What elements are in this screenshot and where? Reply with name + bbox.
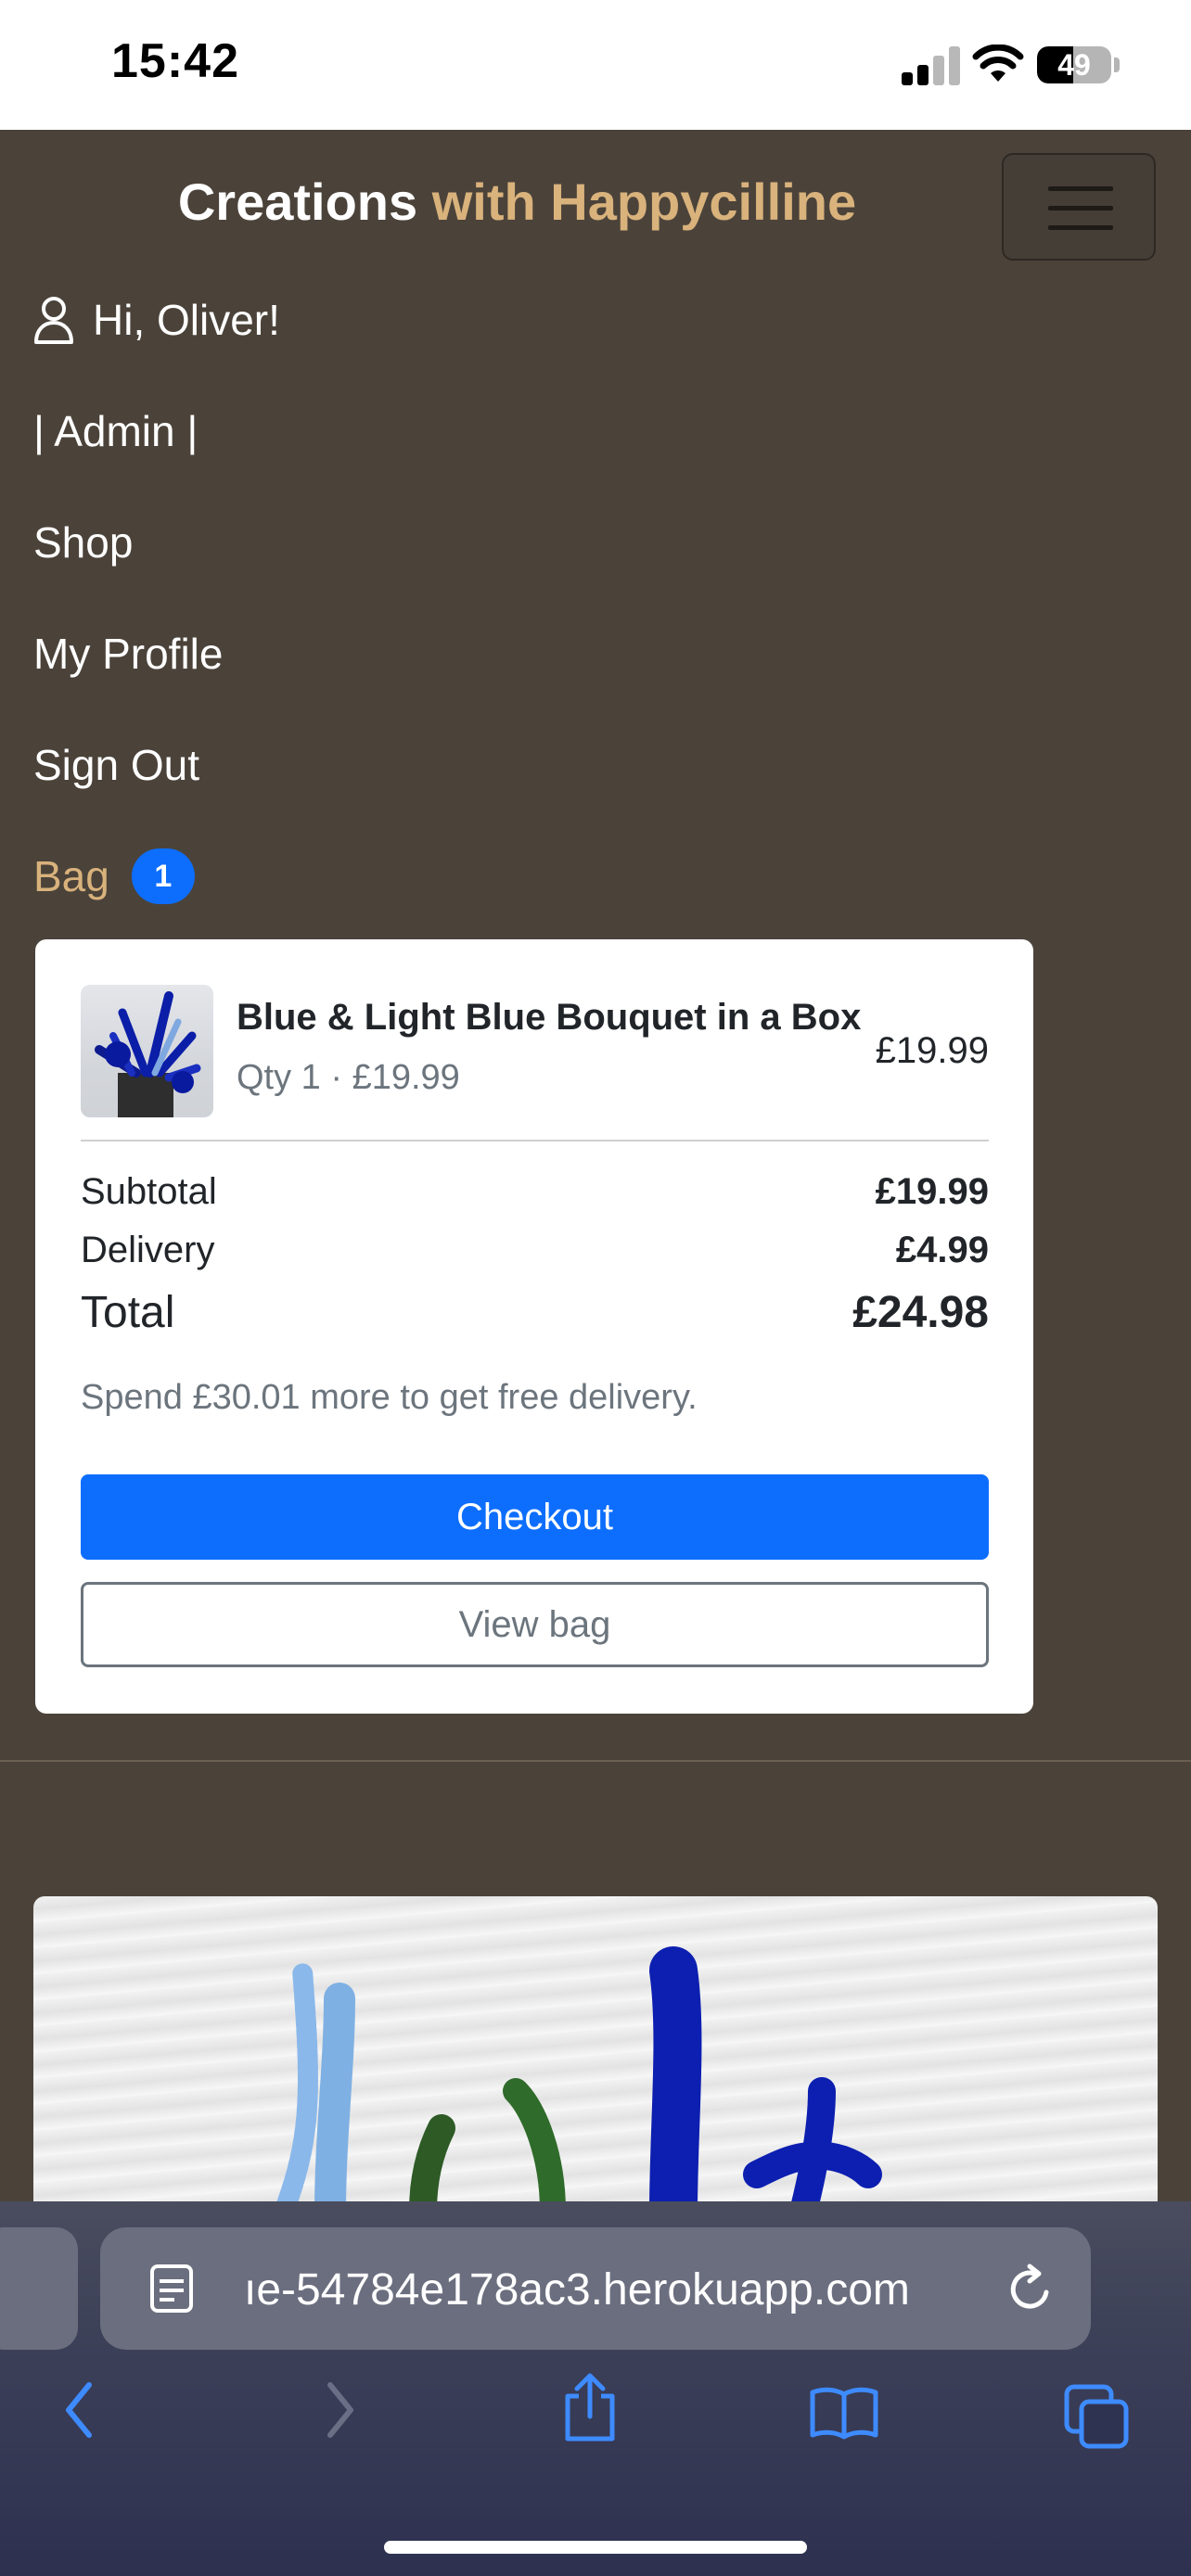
divider [81, 1140, 989, 1141]
bag-item-qty: Qty 1 · £19.99 [237, 1058, 460, 1097]
bag-dropdown: Blue & Light Blue Bouquet in a Box Qty 1… [35, 939, 1033, 1714]
address-bar[interactable]: ıe-54784e178ac3.herokuapp.com [100, 2227, 1091, 2350]
total-row: Total £24.98 [81, 1287, 989, 1338]
bookmarks-icon[interactable] [809, 2385, 879, 2441]
nav-shop[interactable]: Shop [33, 517, 133, 567]
status-bar: 15:42 49 [0, 0, 1191, 130]
nav-sign-out[interactable]: Sign Out [33, 740, 199, 790]
site-brand[interactable]: Creations with Happycilline [0, 172, 1034, 232]
brand-main: Creations [177, 172, 418, 231]
checkout-button[interactable]: Checkout [81, 1474, 989, 1560]
product-thumbnail[interactable] [81, 985, 213, 1117]
total-value: £24.98 [852, 1288, 989, 1337]
view-bag-button[interactable]: View bag [81, 1582, 989, 1667]
reload-icon[interactable] [1005, 2261, 1057, 2316]
cellular-signal-icon [902, 46, 961, 85]
menu-toggle-button[interactable] [1002, 153, 1156, 261]
total-label: Total [81, 1288, 175, 1337]
nav-my-profile[interactable]: My Profile [33, 629, 223, 679]
reader-mode-icon[interactable] [148, 2263, 195, 2315]
wifi-icon [972, 45, 1024, 82]
free-delivery-note: Spend £30.01 more to get free delivery. [81, 1378, 698, 1417]
delivery-value: £4.99 [895, 1230, 989, 1270]
nav-bag[interactable]: Bag 1 [33, 848, 195, 904]
share-icon[interactable] [560, 2370, 620, 2444]
section-divider [0, 1760, 1191, 1762]
subtotal-value: £19.99 [875, 1171, 989, 1212]
bag-item-price: £19.99 [875, 1030, 989, 1071]
bag-item-name[interactable]: Blue & Light Blue Bouquet in a Box [237, 997, 861, 1039]
url-text: ıe-54784e178ac3.herokuapp.com [244, 2265, 910, 2315]
hero-product-image[interactable] [33, 1896, 1158, 2212]
bag-label: Bag [33, 852, 109, 900]
hero-bouquet-image [274, 1946, 882, 2212]
user-icon [34, 297, 73, 344]
tabs-icon[interactable] [1063, 2383, 1130, 2450]
nav-admin[interactable]: | Admin | [33, 406, 198, 456]
bouquet-image [95, 991, 201, 1117]
brand-accent: with Happycilline [431, 172, 857, 231]
delivery-label: Delivery [81, 1230, 215, 1270]
subtotal-label: Subtotal [81, 1171, 217, 1212]
forward-chevron-icon[interactable] [319, 2379, 360, 2441]
back-chevron-icon[interactable] [59, 2379, 100, 2441]
previous-tab-peek[interactable] [0, 2227, 78, 2350]
bag-count-badge: 1 [131, 848, 195, 904]
status-time: 15:42 [111, 34, 239, 88]
home-indicator [384, 2541, 807, 2554]
subtotal-row: Subtotal £19.99 [81, 1171, 989, 1213]
battery-icon: 49 [1037, 46, 1111, 83]
battery-percent: 49 [1057, 48, 1091, 82]
nav-greeting: Hi, Oliver! [93, 296, 280, 344]
battery-cap [1114, 57, 1120, 72]
delivery-row: Delivery £4.99 [81, 1230, 989, 1271]
nav-account[interactable]: Hi, Oliver! [33, 295, 280, 345]
